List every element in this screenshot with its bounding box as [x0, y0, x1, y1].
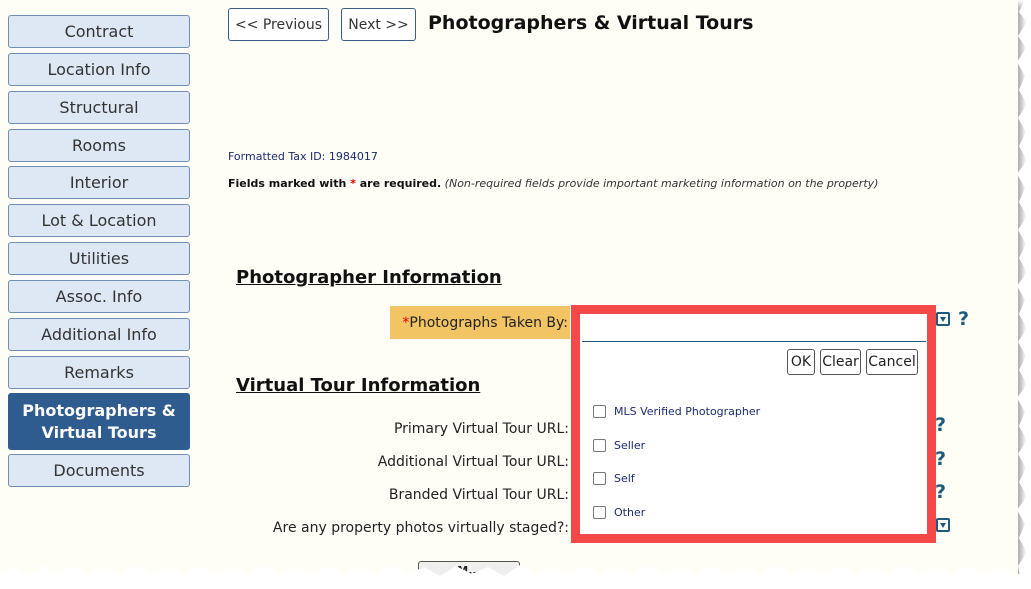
sidebar-item-contract[interactable]: Contract [8, 15, 190, 48]
sidebar-item-lot-location[interactable]: Lot & Location [8, 204, 190, 237]
additional-tour-url-label: Additional Virtual Tour URL: [377, 454, 569, 470]
option-label: Self [614, 472, 635, 485]
sidebar-item-additional-info[interactable]: Additional Info [8, 318, 190, 351]
sidebar-item-interior[interactable]: Interior [8, 166, 190, 199]
option-seller[interactable]: Seller [593, 439, 645, 452]
torn-edge-bottom [0, 565, 1031, 589]
option-label: Other [614, 506, 646, 519]
required-note-detail: (Non-required fields provide important m… [444, 177, 879, 190]
sidebar-item-label: Utilities [68, 249, 130, 268]
branded-tour-url-label: Branded Virtual Tour URL: [388, 487, 569, 503]
sidebar-item-rooms[interactable]: Rooms [8, 129, 190, 162]
checkbox[interactable] [593, 472, 606, 485]
option-self[interactable]: Self [593, 472, 635, 485]
help-icon[interactable]: ? [935, 481, 946, 503]
sidebar-item-label: Lot & Location [41, 211, 157, 230]
primary-tour-url-label: Primary Virtual Tour URL: [393, 421, 569, 437]
required-note: Fields marked with * are required. (Non-… [228, 177, 878, 190]
sidebar-item-label: Remarks [64, 363, 134, 382]
required-suffix: are required. [355, 177, 442, 190]
checkbox[interactable] [593, 405, 606, 418]
photographs-taken-by-input[interactable] [582, 317, 926, 342]
sidebar-item-label: Rooms [72, 136, 126, 155]
chevron-down-icon[interactable] [936, 518, 950, 532]
help-icon[interactable]: ? [935, 414, 946, 436]
virtual-tour-heading: Virtual Tour Information [236, 375, 481, 396]
sidebar-item-assoc-info[interactable]: Assoc. Info [8, 280, 190, 313]
option-label: MLS Verified Photographer [614, 405, 761, 418]
sidebar-item-location-info[interactable]: Location Info [8, 53, 190, 86]
clear-button[interactable]: Clear [820, 349, 861, 375]
sidebar-item-label: Location Info [47, 60, 151, 79]
label-text: Photographs Taken By: [409, 314, 568, 331]
sidebar-item-structural[interactable]: Structural [8, 91, 190, 124]
page-title: Photographers & Virtual Tours [428, 12, 754, 34]
required-star: * [402, 314, 410, 331]
sidebar-item-label: Documents [53, 461, 145, 480]
sidebar-item-label: Structural [59, 98, 139, 117]
photographs-taken-by-label: * Photographs Taken By: [390, 306, 570, 339]
next-button[interactable]: Next >> [341, 8, 416, 41]
required-prefix: Fields marked with [228, 177, 351, 190]
option-mls-verified-photographer[interactable]: MLS Verified Photographer [593, 405, 760, 418]
option-label: Seller [614, 439, 646, 452]
chevron-down-icon[interactable] [936, 312, 950, 326]
help-icon[interactable]: ? [958, 308, 969, 330]
sidebar-item-remarks[interactable]: Remarks [8, 356, 190, 389]
sidebar-item-photographers-virtual-tours[interactable]: Photographers & Virtual Tours [8, 393, 190, 450]
sidebar-item-label: Contract [64, 22, 134, 41]
sidebar-item-label: Photographers & Virtual Tours [22, 400, 176, 442]
ok-button[interactable]: OK [787, 349, 815, 375]
torn-edge-right [1013, 0, 1031, 589]
sidebar-item-label: Assoc. Info [55, 287, 143, 306]
option-other[interactable]: Other [593, 506, 645, 519]
virtually-staged-label: Are any property photos virtually staged… [272, 520, 569, 536]
photographer-heading: Photographer Information [236, 267, 502, 288]
help-icon[interactable]: ? [935, 448, 946, 470]
previous-button[interactable]: << Previous [228, 8, 329, 41]
sidebar-item-label: Additional Info [41, 325, 157, 344]
sidebar-item-documents[interactable]: Documents [8, 454, 190, 487]
photographs-taken-by-dropdown: OK Clear Cancel MLS Verified Photographe… [571, 305, 936, 543]
sidebar-item-utilities[interactable]: Utilities [8, 242, 190, 275]
sidebar-item-label: Interior [69, 173, 129, 192]
cancel-button[interactable]: Cancel [866, 349, 918, 375]
checkbox[interactable] [593, 506, 606, 519]
tax-id: Formatted Tax ID: 1984017 [228, 150, 378, 163]
checkbox[interactable] [593, 439, 606, 452]
